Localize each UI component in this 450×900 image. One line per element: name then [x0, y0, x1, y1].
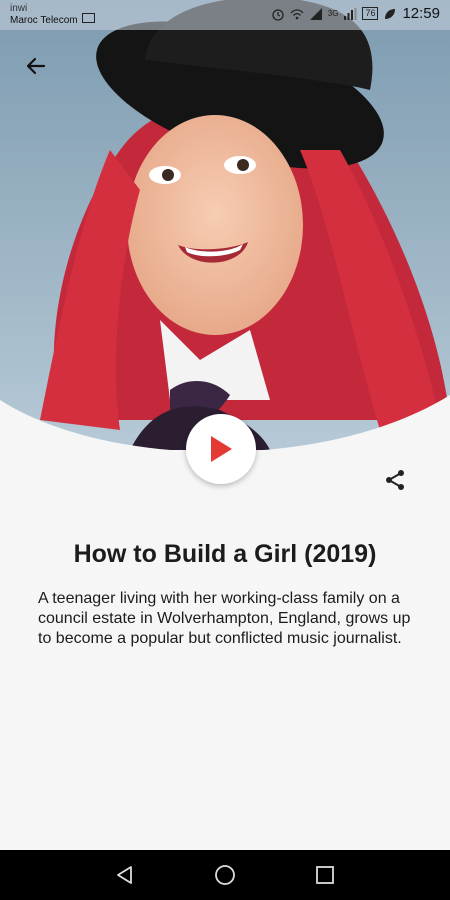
clock: 12:59 [402, 5, 440, 22]
share-icon [386, 470, 404, 490]
movie-poster [0, 0, 450, 450]
play-button[interactable] [186, 414, 256, 484]
square-recent-icon [316, 866, 334, 884]
carrier-info: inwi Maroc Telecom [10, 3, 78, 27]
alarm-icon [272, 8, 284, 21]
nav-back-button[interactable] [112, 862, 138, 888]
screen-cast-icon [82, 13, 95, 23]
nav-recent-button[interactable] [312, 862, 338, 888]
poster-illustration [0, 0, 450, 450]
movie-title: How to Build a Girl (2019) [73, 540, 377, 568]
movie-description: A teenager living with her working-class… [38, 590, 411, 647]
share-button[interactable] [380, 465, 410, 495]
status-bar: inwi Maroc Telecom 3G 76 12:59 [0, 0, 450, 30]
arrow-back-icon [26, 57, 46, 75]
navigation-bar [0, 850, 450, 900]
nav-home-button[interactable] [212, 862, 238, 888]
network-type: 3G [327, 9, 339, 18]
carrier-name-primary: inwi [10, 3, 28, 14]
back-button[interactable] [20, 50, 52, 82]
triangle-back-icon [117, 866, 132, 884]
wifi-icon [290, 8, 304, 19]
play-icon [211, 436, 232, 462]
signal-icon [309, 7, 322, 20]
carrier-name-secondary: Maroc Telecom [10, 15, 78, 26]
battery-indicator: 76 [362, 7, 379, 20]
circle-home-icon [215, 865, 235, 885]
status-icons: 3G 76 12:59 [271, 5, 440, 22]
signal-icon-secondary [344, 7, 357, 20]
leaf-icon [385, 8, 396, 19]
